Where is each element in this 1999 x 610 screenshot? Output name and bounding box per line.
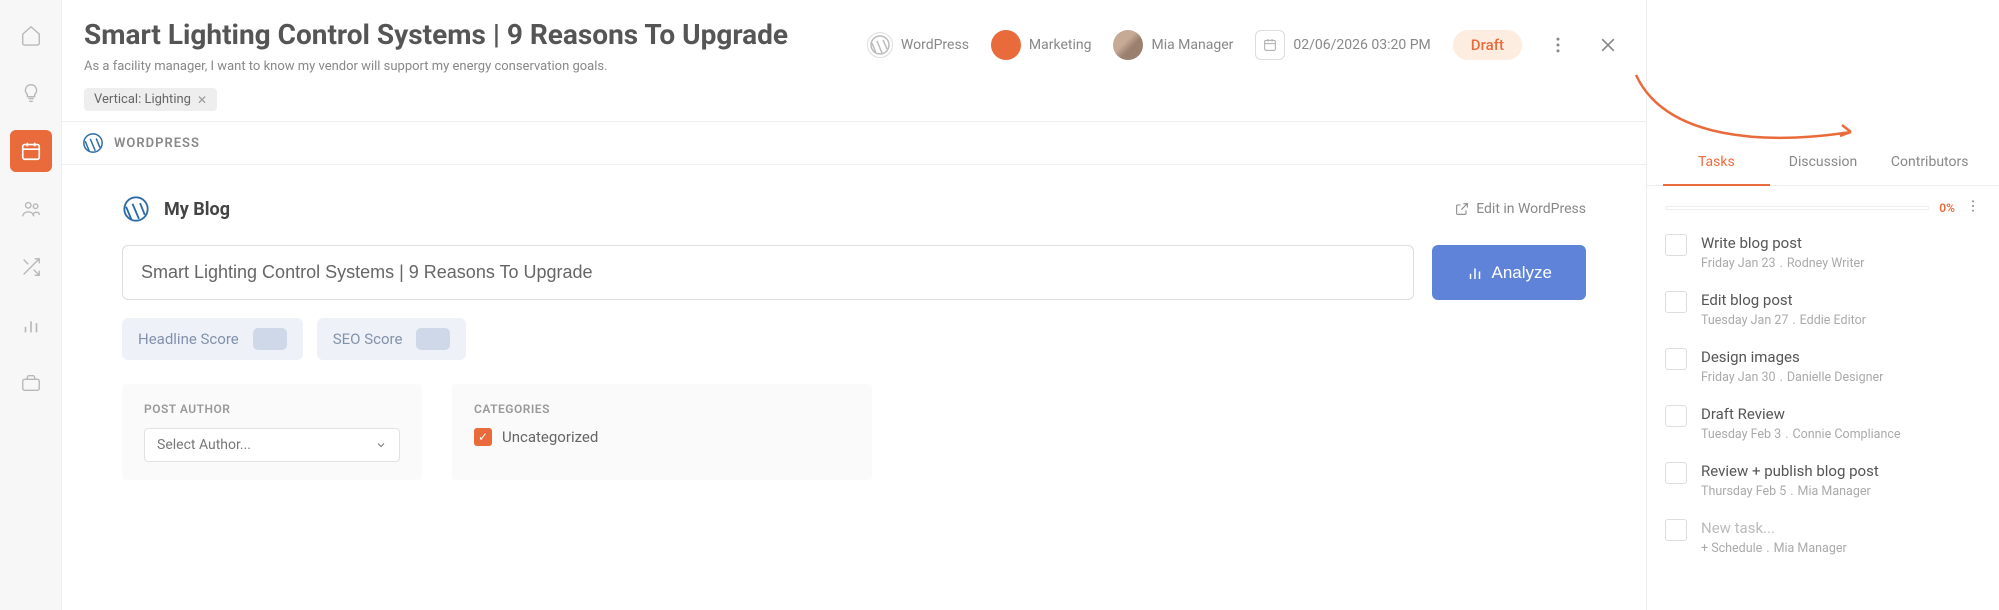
seo-score-chip [416, 328, 450, 350]
more-menu-icon[interactable] [1544, 31, 1572, 59]
analyze-icon [1466, 264, 1484, 282]
seo-score-label: SEO Score [333, 330, 403, 348]
manager-name: Mia Manager [1151, 37, 1233, 53]
sidebar-home-icon[interactable] [10, 14, 52, 56]
category-item[interactable]: ✓ Uncategorized [474, 428, 850, 446]
task-checkbox[interactable] [1665, 348, 1687, 370]
task-checkbox[interactable] [1665, 462, 1687, 484]
avatar [1113, 30, 1143, 60]
task-checkbox[interactable] [1665, 234, 1687, 256]
wordpress-icon [867, 32, 893, 58]
marketing-pill[interactable]: Marketing [991, 30, 1092, 60]
headline-score-label: Headline Score [138, 330, 239, 348]
task-item[interactable]: Draft Review Tuesday Feb 3Connie Complian… [1665, 405, 1981, 442]
progress-bar [1665, 206, 1929, 210]
vertical-tag[interactable]: Vertical: Lighting ✕ [84, 88, 217, 111]
tasks-list: Write blog post Friday Jan 23Rodney Write… [1647, 230, 1999, 560]
wordpress-logo-icon [122, 195, 150, 223]
task-checkbox[interactable] [1665, 405, 1687, 427]
post-author-box: POST AUTHOR Select Author... [122, 384, 422, 480]
task-title: Write blog post [1701, 234, 1981, 252]
task-meta: Friday Jan 23Rodney Writer [1701, 256, 1981, 271]
wordpress-pill[interactable]: WordPress [867, 32, 969, 58]
task-meta: Tuesday Jan 27Eddie Editor [1701, 313, 1981, 328]
sidebar [0, 0, 62, 610]
headline-score-chip [253, 328, 287, 350]
wordpress-bar: WORDPRESS [62, 121, 1646, 165]
tab-bar: Tasks Discussion Contributors [1647, 140, 1999, 186]
manager-pill[interactable]: Mia Manager [1113, 30, 1233, 60]
task-item[interactable]: Review + publish blog post Thursday Feb 5… [1665, 462, 1981, 499]
sidebar-analytics-icon[interactable] [10, 304, 52, 346]
sidebar-briefcase-icon[interactable] [10, 362, 52, 404]
sidebar-idea-icon[interactable] [10, 72, 52, 114]
page-subtitle: As a facility manager, I want to know my… [84, 59, 1624, 74]
header-actions: WordPress Marketing Mia Manager 02/06/20… [867, 30, 1622, 60]
categories-box: CATEGORIES ✓ Uncategorized [452, 384, 872, 480]
post-title-input[interactable] [122, 245, 1414, 300]
task-title: Edit blog post [1701, 291, 1981, 309]
task-title: Review + publish blog post [1701, 462, 1981, 480]
sidebar-calendar-icon[interactable] [10, 130, 52, 172]
blog-title: My Blog [164, 199, 230, 220]
edit-link-label: Edit in WordPress [1476, 201, 1586, 217]
edit-in-wordpress-link[interactable]: Edit in WordPress [1454, 201, 1586, 217]
seo-score-box[interactable]: SEO Score [317, 318, 467, 360]
tags-row: Vertical: Lighting ✕ [84, 88, 1624, 111]
task-meta: Tuesday Feb 3Connie Compliance [1701, 427, 1981, 442]
external-link-icon [1454, 201, 1470, 217]
chevron-down-icon [375, 439, 387, 451]
wordpress-logo-icon [82, 132, 104, 154]
task-title: New task... [1701, 519, 1981, 537]
task-title: Draft Review [1701, 405, 1981, 423]
author-heading: POST AUTHOR [144, 402, 400, 416]
checkbox-checked-icon[interactable]: ✓ [474, 428, 492, 446]
task-item[interactable]: Write blog post Friday Jan 23Rodney Write… [1665, 234, 1981, 271]
task-title: Design images [1701, 348, 1981, 366]
task-item[interactable]: New task... + ScheduleMia Manager [1665, 519, 1981, 556]
progress-row: 0% [1647, 186, 1999, 230]
analyze-label: Analyze [1492, 263, 1552, 283]
datetime-text: 02/06/2026 03:20 PM [1293, 37, 1430, 53]
close-icon[interactable] [1594, 31, 1622, 59]
sidebar-team-icon[interactable] [10, 188, 52, 230]
wordpress-label: WordPress [901, 37, 969, 53]
progress-percent: 0% [1939, 201, 1955, 215]
marketing-label: Marketing [1029, 37, 1092, 53]
category-label: Uncategorized [502, 428, 598, 446]
marketing-avatar-icon [991, 30, 1021, 60]
headline-score-box[interactable]: Headline Score [122, 318, 303, 360]
task-item[interactable]: Edit blog post Tuesday Jan 27Eddie Editor [1665, 291, 1981, 328]
author-select[interactable]: Select Author... [144, 428, 400, 462]
datetime-pill[interactable]: 02/06/2026 03:20 PM [1255, 30, 1430, 60]
task-item[interactable]: Design images Friday Jan 30Danielle Desig… [1665, 348, 1981, 385]
sidebar-shuffle-icon[interactable] [10, 246, 52, 288]
main-area: Smart Lighting Control Systems | 9 Reaso… [62, 0, 1647, 610]
calendar-icon [1255, 30, 1285, 60]
tab-tasks[interactable]: Tasks [1663, 140, 1770, 186]
task-meta: Friday Jan 30Danielle Designer [1701, 370, 1981, 385]
analyze-button[interactable]: Analyze [1432, 245, 1586, 300]
tab-contributors[interactable]: Contributors [1876, 140, 1983, 185]
task-checkbox[interactable] [1665, 291, 1687, 313]
task-meta: + ScheduleMia Manager [1701, 541, 1981, 556]
tab-discussion[interactable]: Discussion [1770, 140, 1877, 185]
task-checkbox[interactable] [1665, 519, 1687, 541]
wordpress-bar-label: WORDPRESS [114, 136, 200, 151]
tag-remove-icon[interactable]: ✕ [197, 93, 207, 107]
status-badge[interactable]: Draft [1453, 30, 1522, 60]
author-placeholder: Select Author... [157, 437, 251, 453]
tag-label: Vertical: Lighting [94, 92, 191, 107]
task-meta: Thursday Feb 5Mia Manager [1701, 484, 1981, 499]
categories-heading: CATEGORIES [474, 402, 850, 416]
tasks-more-icon[interactable] [1965, 198, 1981, 218]
content-area: My Blog Edit in WordPress Analyze Headli… [62, 165, 1646, 510]
header: Smart Lighting Control Systems | 9 Reaso… [62, 0, 1646, 121]
right-panel: Tasks Discussion Contributors 0% Write b… [1647, 0, 1999, 610]
